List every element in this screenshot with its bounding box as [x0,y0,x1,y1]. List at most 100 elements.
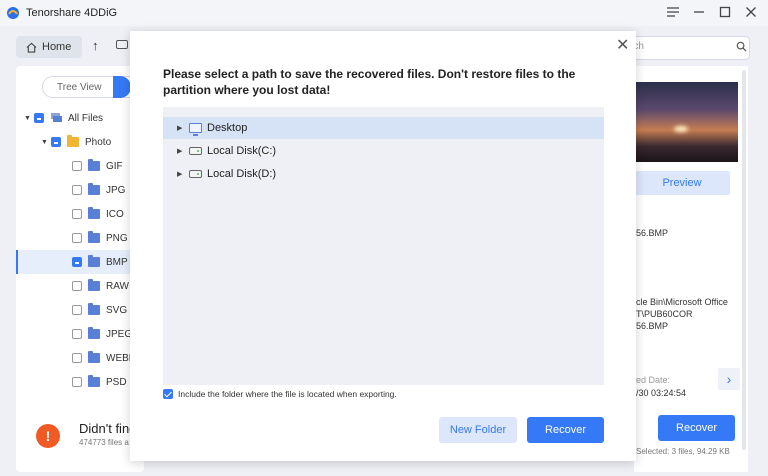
checkbox[interactable] [72,185,82,195]
file-path-line-3: 56.BMP [636,321,669,331]
tree-row-ico[interactable]: ICO [16,202,144,226]
folder-icon [88,183,100,195]
4ddig-logo-icon [6,6,20,20]
tree-label: All Files [68,112,104,124]
tree-row-all-files[interactable]: ▼ All Files [16,106,144,130]
tree-label: ICO [106,208,124,220]
checkbox[interactable] [72,353,82,363]
caret-right-icon[interactable]: ▶ [177,147,189,155]
date-label: ed Date: [636,375,671,385]
folder-icon [88,279,100,291]
preview-thumbnail [634,82,738,162]
tree-row-psd[interactable]: PSD [16,370,144,394]
folder-icon [88,327,100,339]
home-label: Home [42,41,72,53]
tree-view-tab[interactable]: Tree View [43,82,113,93]
tree-row-webp[interactable]: WEBP [16,346,144,370]
dialog-recover-button[interactable]: Recover [527,417,604,443]
not-found-notice: ! Didn't find 474773 files a [16,404,144,470]
tree-label: Photo [85,136,112,148]
tree-row-jpeg[interactable]: JPEG [16,322,144,346]
window-controls [666,4,758,20]
checkbox[interactable] [72,233,82,243]
app-title: Tenorshare 4DDiG [26,7,118,19]
include-folder-option[interactable]: Include the folder where the file is loc… [163,389,397,399]
checkbox[interactable] [72,329,82,339]
tree-row-jpg[interactable]: JPG [16,178,144,202]
folder-icon [88,231,100,243]
folder-icon [88,207,100,219]
folder-icon [88,159,100,171]
disk-icon [189,147,202,155]
all-files-icon [51,113,62,122]
path-row-local-disk-c[interactable]: ▶ Local Disk(C:) [163,140,604,162]
caret-down-icon[interactable]: ▼ [24,115,34,122]
folder-icon [88,303,100,315]
tree-row-svg[interactable]: SVG [16,298,144,322]
dialog-close-icon[interactable]: ✕ [616,35,629,55]
path-row-desktop[interactable]: ▶ Desktop [163,117,604,139]
menu-icon[interactable] [666,4,680,20]
disk-icon[interactable] [116,40,128,49]
tree-label: RAW [106,280,129,292]
file-name: 56.BMP [636,228,669,238]
scrollbar[interactable] [742,70,746,450]
include-folder-label: Include the folder where the file is loc… [178,389,397,399]
alert-icon: ! [36,424,60,448]
tree-label: JPEG [106,328,133,340]
caret-right-icon[interactable]: ▶ [177,170,189,178]
minimize-icon[interactable] [692,4,706,20]
tree-label: JPG [106,184,126,196]
recover-button-main[interactable]: Recover [658,415,735,441]
tree-row-raw[interactable]: RAW [16,274,144,298]
tree-label: PSD [106,376,127,388]
checkbox[interactable] [72,281,82,291]
path-row-local-disk-d[interactable]: ▶ Local Disk(D:) [163,163,604,185]
tree-row-photo[interactable]: ▼ Photo [16,130,144,154]
path-tree: ▶ Desktop ▶ Local Disk(C:) ▶ Local Disk(… [163,107,604,385]
file-view-tab[interactable] [113,76,131,98]
home-button[interactable]: Home [16,36,82,58]
checkbox[interactable] [72,377,82,387]
tree-label: BMP [106,256,128,268]
path-label: Local Disk(C:) [207,145,277,157]
checkbox[interactable] [51,137,61,147]
file-path-line-2: T\PUB60COR [636,309,693,319]
tree-row-gif[interactable]: GIF [16,154,144,178]
file-path-line-1: cle Bin\Microsoft Office [636,297,728,307]
caret-right-icon[interactable]: ▶ [177,124,189,132]
dialog-title: Please select a path to save the recover… [163,67,576,97]
preview-button[interactable]: Preview [634,171,730,195]
home-icon [26,42,37,53]
selected-summary: Selected: 3 files, 94.29 KB [636,447,730,456]
date-value: /30 03:24:54 [636,388,687,398]
folder-icon [88,255,100,267]
new-folder-button[interactable]: New Folder [439,417,517,443]
path-label: Local Disk(D:) [207,168,277,180]
maximize-icon[interactable] [718,4,732,20]
path-label: Desktop [207,122,248,134]
up-arrow-icon[interactable]: ↑ [92,38,99,53]
photo-folder-icon [67,135,79,147]
tree-label: PNG [106,232,128,244]
next-arrow-icon[interactable]: › [718,368,740,390]
checkbox[interactable] [72,209,82,219]
view-toggle[interactable]: Tree View [42,76,142,98]
search-icon[interactable] [736,41,747,55]
include-folder-checkbox[interactable] [163,389,173,399]
close-icon[interactable] [744,4,758,20]
tree-row-png[interactable]: PNG [16,226,144,250]
checkbox[interactable] [72,305,82,315]
tree-label: GIF [106,160,123,172]
caret-down-icon[interactable]: ▼ [41,139,51,146]
checkbox[interactable] [72,161,82,171]
checkbox[interactable] [72,257,82,267]
folder-icon [88,351,100,363]
folder-icon [88,375,100,387]
disk-icon [189,170,202,178]
desktop-icon [189,123,202,136]
save-path-dialog: ✕ Please select a path to save the recov… [130,31,636,461]
tree-row-bmp[interactable]: BMP [16,250,144,274]
tree-label: SVG [106,304,128,316]
checkbox[interactable] [34,113,44,123]
